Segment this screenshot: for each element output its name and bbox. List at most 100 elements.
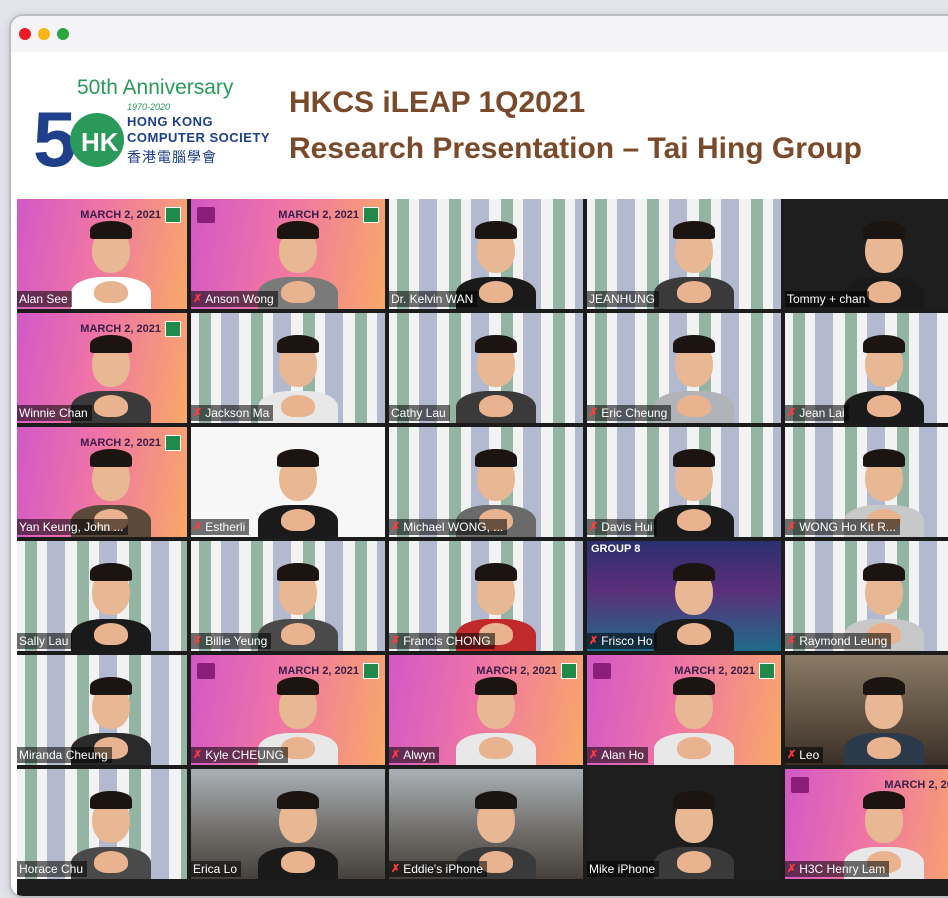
participant-nameplate: ✗ Billie Yeung	[191, 633, 272, 649]
participant-name: Alan See	[19, 292, 68, 306]
muted-mic-icon: ✗	[193, 521, 203, 533]
participant-tile[interactable]: Cathy Lau	[389, 313, 583, 423]
participant-tile[interactable]: ✗ Jean Lai	[785, 313, 948, 423]
minimize-button[interactable]	[38, 28, 50, 40]
participant-name: Frisco Ho	[601, 634, 653, 648]
participant-hair	[673, 335, 715, 353]
participant-name: WONG Ho Kit R...	[799, 520, 896, 534]
participant-hair	[277, 677, 319, 695]
participant-tile[interactable]: MARCH 2, 2021 ✗ Alwyn	[389, 655, 583, 765]
participant-tile[interactable]: MARCH 2, 2021 ✗ Anson Wong	[191, 199, 385, 309]
participant-nameplate: Dr. Kelvin WAN	[389, 291, 478, 307]
participant-hair	[863, 791, 905, 809]
participant-hair	[475, 677, 517, 695]
muted-mic-icon: ✗	[589, 521, 599, 533]
maximize-button[interactable]	[57, 28, 69, 40]
muted-mic-icon: ✗	[589, 749, 599, 761]
participant-name: Erica Lo	[193, 862, 238, 876]
participant-hair	[277, 221, 319, 239]
participant-tile[interactable]: ✗ Estherli	[191, 427, 385, 537]
participant-tile[interactable]: ✗ Eddie's iPhone	[389, 769, 583, 879]
participant-hair	[90, 335, 132, 353]
participant-name: Dr. Kelvin WAN	[391, 292, 474, 306]
participant-nameplate: Erica Lo	[191, 861, 242, 877]
title-bar	[11, 16, 948, 53]
org-name-line1: HONG KONG	[127, 114, 214, 129]
participant-tile[interactable]: ✗ Raymond Leung	[785, 541, 948, 651]
heart-hands-gesture	[677, 623, 711, 645]
participant-hair	[90, 791, 132, 809]
participant-tile[interactable]: Horace Chu	[17, 769, 187, 879]
participant-name: Yan Keung, John ...	[19, 520, 124, 534]
muted-mic-icon: ✗	[193, 635, 203, 647]
muted-mic-icon: ✗	[787, 635, 797, 647]
participant-tile[interactable]: MARCH 2, 2021 Winnie Chan	[17, 313, 187, 423]
participant-nameplate: ✗ Leo	[785, 747, 824, 763]
participant-tile[interactable]: Sally Lau	[17, 541, 187, 651]
participant-tile[interactable]: MARCH 2, 2021 Alan See	[17, 199, 187, 309]
heart-hands-gesture	[281, 395, 315, 417]
participant-tile[interactable]: Erica Lo	[191, 769, 385, 879]
participant-name: Alwyn	[403, 748, 436, 762]
svg-text:5: 5	[33, 96, 76, 176]
participant-name: Estherli	[205, 520, 246, 534]
participant-hair	[475, 449, 517, 467]
presentation-title: HKCS iLEAP 1Q2021	[289, 86, 586, 119]
participant-hair	[277, 563, 319, 581]
heart-hands-gesture	[94, 281, 128, 303]
participant-name: Eddie's iPhone	[403, 862, 483, 876]
participant-nameplate: ✗ Frisco Ho	[587, 633, 657, 649]
heart-hands-gesture	[94, 395, 128, 417]
participant-nameplate: ✗ Kyle CHEUNG	[191, 747, 288, 763]
participant-hair	[475, 335, 517, 353]
participant-tile[interactable]: Miranda Cheung	[17, 655, 187, 765]
participant-hair	[673, 563, 715, 581]
participant-tile[interactable]: GROUP 8 ✗ Frisco Ho	[587, 541, 781, 651]
participant-tile[interactable]: MARCH 2, 202✗H3C Henry Lam	[785, 769, 948, 879]
muted-mic-icon: ✗	[391, 863, 401, 875]
participant-hair	[90, 221, 132, 239]
heart-hands-gesture	[94, 623, 128, 645]
participant-nameplate: ✗ Alan Ho	[587, 747, 648, 763]
muted-mic-icon: ✗	[589, 635, 599, 647]
participant-tile[interactable]: MARCH 2, 2021 ✗ Kyle CHEUNG	[191, 655, 385, 765]
heart-hands-gesture	[867, 281, 901, 303]
heart-hands-gesture	[281, 281, 315, 303]
presentation-subtitle: Research Presentation – Tai Hing Group	[289, 132, 862, 165]
participant-hair	[863, 449, 905, 467]
participant-hair	[863, 677, 905, 695]
participant-tile[interactable]: ✗ WONG Ho Kit R...	[785, 427, 948, 537]
participant-tile[interactable]: MARCH 2, 2021 Yan Keung, John ...	[17, 427, 187, 537]
anniversary-years: 1970-2020	[127, 102, 171, 112]
participant-tile[interactable]: ✗ Eric Cheung	[587, 313, 781, 423]
participant-name: H3C Henry Lam	[799, 862, 886, 876]
participant-tile[interactable]: MARCH 2, 2021 ✗ Alan Ho	[587, 655, 781, 765]
heart-hands-gesture	[867, 395, 901, 417]
participant-tile[interactable]: ✗ Francis CHONG	[389, 541, 583, 651]
participant-hair	[277, 791, 319, 809]
participant-tile[interactable]: Tommy + chan	[785, 199, 948, 309]
participant-tile[interactable]: ✗ Jackson Ma	[191, 313, 385, 423]
participant-name: Jean Lai	[799, 406, 845, 420]
participant-name: Tommy + chan	[787, 292, 866, 306]
heart-hands-gesture	[281, 623, 315, 645]
participant-tile[interactable]: Dr. Kelvin WAN	[389, 199, 583, 309]
participant-tile[interactable]: Mike iPhone	[587, 769, 781, 879]
participant-name: Mike iPhone	[589, 862, 656, 876]
video-gallery: MARCH 2, 2021 Alan See MARCH 2, 2021 ✗ Anson…	[17, 199, 948, 896]
muted-mic-icon: ✗	[193, 749, 203, 761]
participant-tile[interactable]: ✗ Leo	[785, 655, 948, 765]
muted-mic-icon: ✗	[787, 521, 797, 533]
participant-tile[interactable]: ✗ Billie Yeung	[191, 541, 385, 651]
participant-nameplate: Tommy + chan	[785, 291, 870, 307]
participant-tile[interactable]: JEANHUNG	[587, 199, 781, 309]
heart-hands-gesture	[867, 737, 901, 759]
participant-tile[interactable]: ✗ Michael WONG, ...	[389, 427, 583, 537]
muted-mic-icon: ✗	[787, 863, 797, 875]
participant-tile[interactable]: ✗ Davis Hui	[587, 427, 781, 537]
close-button[interactable]	[19, 28, 31, 40]
participant-name: Miranda Cheung	[19, 748, 108, 762]
participant-hair	[673, 221, 715, 239]
hkcs-50-logo-icon: 5 HK	[33, 96, 124, 176]
participant-hair	[475, 563, 517, 581]
